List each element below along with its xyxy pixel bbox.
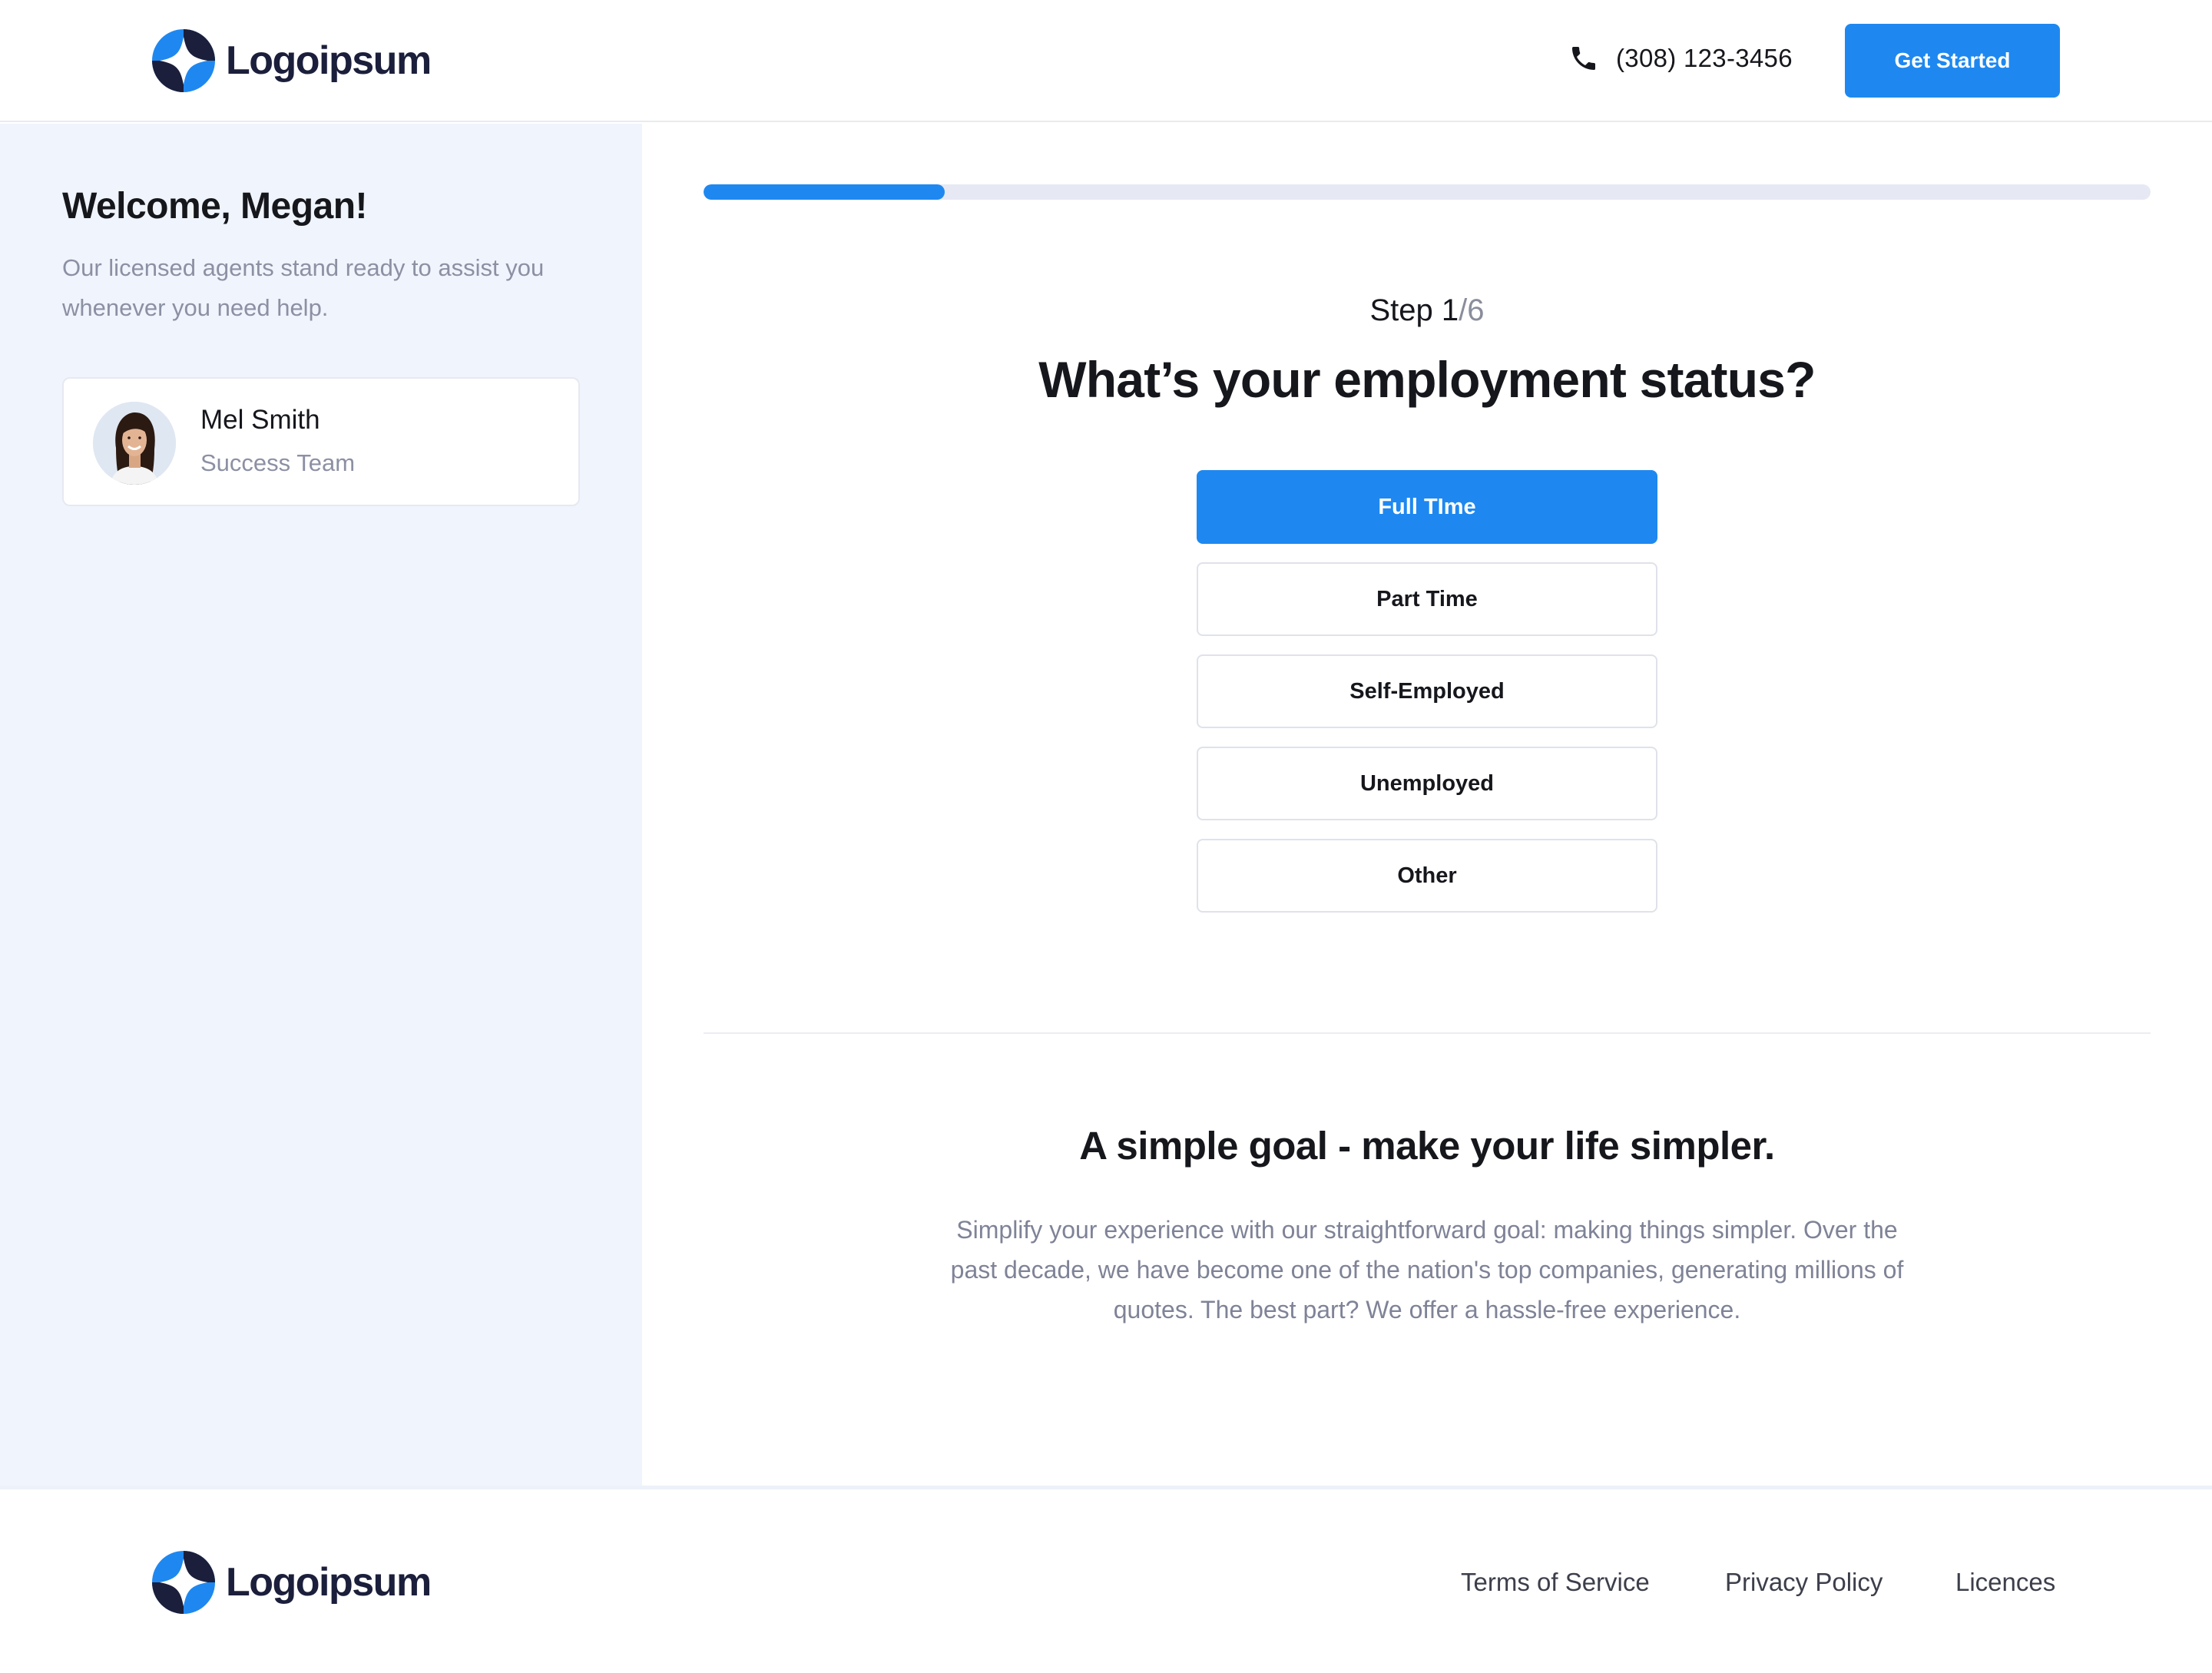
header-logo[interactable]: Logoipsum [152,29,432,92]
agent-name: Mel Smith [200,405,320,435]
option-part-time[interactable]: Part Time [1197,562,1657,636]
welcome-subtitle: Our licensed agents stand ready to assis… [62,254,545,321]
goal-description: Simplify your experience with our straig… [950,1216,1904,1323]
option-self-employed[interactable]: Self-Employed [1197,654,1657,728]
phone-number: (308) 123-3456 [1616,44,1793,72]
licences-link[interactable]: Licences [1955,1568,2055,1597]
get-started-button[interactable]: Get Started [1845,24,2060,98]
terms-of-service-link[interactable]: Terms of Service [1461,1568,1650,1597]
question-title: What’s your employment status? [1038,351,1816,408]
site-header: Logoipsum (308) 123-3456 Get Started [0,0,2212,122]
sidebar: Welcome, Megan! Our licensed agents stan… [0,124,642,1487]
option-other[interactable]: Other [1197,839,1657,913]
step-total: /6 [1459,293,1485,327]
welcome-title: Welcome, Megan! [62,186,368,227]
phone-contact[interactable]: (308) 123-3456 [1568,43,1793,74]
step-indicator: Step 1/6 [704,293,2151,328]
option-full-time[interactable]: Full TIme [1197,470,1657,544]
phone-icon [1572,47,1595,70]
privacy-policy-link[interactable]: Privacy Policy [1725,1568,1883,1597]
goal-title: A simple goal - make your life simpler. [1079,1124,1775,1168]
step-prefix: Step [1369,293,1442,327]
avatar [93,402,176,485]
progress-fill [704,184,945,200]
step-current: 1 [1441,293,1459,327]
agent-portrait-icon [93,402,176,485]
section-divider [704,1032,2151,1034]
progress-bar [704,184,2151,200]
agent-card[interactable]: Mel Smith Success Team [62,377,580,506]
option-unemployed[interactable]: Unemployed [1197,747,1657,820]
site-footer: Logoipsum Terms of Service Privacy Polic… [0,1486,2212,1673]
logo-star-icon [152,29,215,92]
employment-options: Full TIme Part Time Self-Employed Unempl… [1197,470,1657,931]
footer-nav: Terms of Service Privacy Policy Licences [0,1568,2212,1606]
logo-text: Logoipsum [226,38,432,83]
agent-role: Success Team [200,449,356,476]
